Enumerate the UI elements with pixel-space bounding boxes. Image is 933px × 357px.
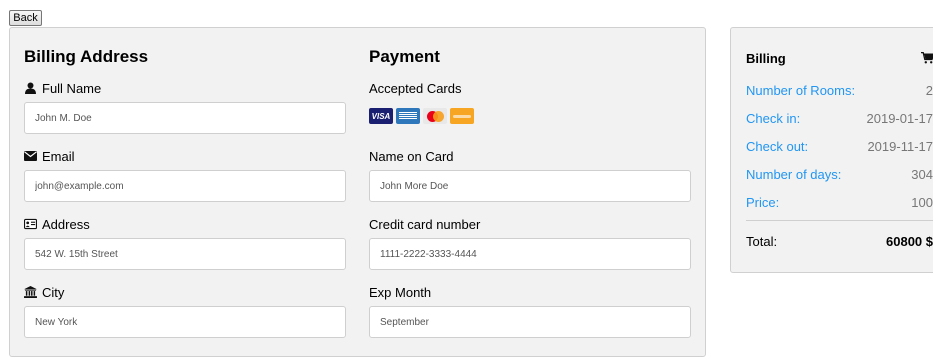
city-label: City — [24, 284, 64, 300]
amex-card-icon — [396, 108, 420, 124]
card-number-label: Credit card number — [369, 216, 480, 232]
full-name-label: Full Name — [24, 80, 101, 96]
billing-row-value: 304 — [911, 167, 933, 182]
exp-month-label: Exp Month — [369, 284, 431, 300]
billing-address-title: Billing Address — [24, 47, 148, 67]
billing-row-check-out: Check out: 2019-11-17 — [746, 139, 933, 154]
billing-row-value: 100 — [911, 195, 933, 210]
email-input[interactable] — [24, 170, 346, 202]
billing-row-price: Price: 100 — [746, 195, 933, 210]
billing-title: Billing — [746, 51, 786, 66]
billing-row-check-in: Check in: 2019-01-17 — [746, 111, 933, 126]
billing-row-value: 2019-11-17 — [867, 139, 933, 154]
city-input[interactable] — [24, 306, 346, 338]
name-on-card-input[interactable] — [369, 170, 691, 202]
mastercard-card-icon — [423, 108, 447, 124]
full-name-label-text: Full Name — [42, 81, 101, 96]
billing-total-label: Total: — [746, 234, 777, 249]
billing-row-label: Number of days: — [746, 167, 841, 182]
billing-row-days: Number of days: 304 — [746, 167, 933, 182]
institution-icon — [24, 286, 37, 298]
back-button[interactable]: Back — [9, 10, 42, 26]
visa-card-icon: VISA — [369, 108, 393, 124]
billing-row-label: Check out: — [746, 139, 808, 154]
exp-month-input[interactable] — [369, 306, 691, 338]
billing-summary: Billing Number of Rooms: 2 Check in: 201… — [730, 27, 933, 273]
billing-row-label: Number of Rooms: — [746, 83, 855, 98]
envelope-icon — [24, 150, 37, 162]
discover-card-icon — [450, 108, 474, 124]
billing-row-rooms: Number of Rooms: 2 — [746, 83, 933, 98]
email-label: Email — [24, 148, 75, 164]
city-label-text: City — [42, 285, 64, 300]
payment-title: Payment — [369, 47, 440, 67]
full-name-input[interactable] — [24, 102, 346, 134]
accepted-cards: VISA — [369, 108, 474, 124]
email-label-text: Email — [42, 149, 75, 164]
billing-row-label: Price: — [746, 195, 779, 210]
billing-row-value: 2 — [926, 83, 933, 98]
billing-row-label: Check in: — [746, 111, 800, 126]
billing-total-value: 60800 $ — [886, 234, 933, 249]
user-icon — [24, 82, 37, 94]
cart-icon — [921, 52, 933, 64]
card-number-input[interactable] — [369, 238, 691, 270]
address-label: Address — [24, 216, 90, 232]
accepted-cards-label: Accepted Cards — [369, 80, 462, 96]
name-on-card-label: Name on Card — [369, 148, 454, 164]
checkout-form: Billing Address Full Name Email Address … — [9, 27, 706, 357]
billing-divider — [746, 220, 933, 221]
address-input[interactable] — [24, 238, 346, 270]
address-card-icon — [24, 218, 37, 230]
billing-total: Total: 60800 $ — [746, 234, 933, 249]
address-label-text: Address — [42, 217, 90, 232]
billing-row-value: 2019-01-17 — [867, 111, 933, 126]
